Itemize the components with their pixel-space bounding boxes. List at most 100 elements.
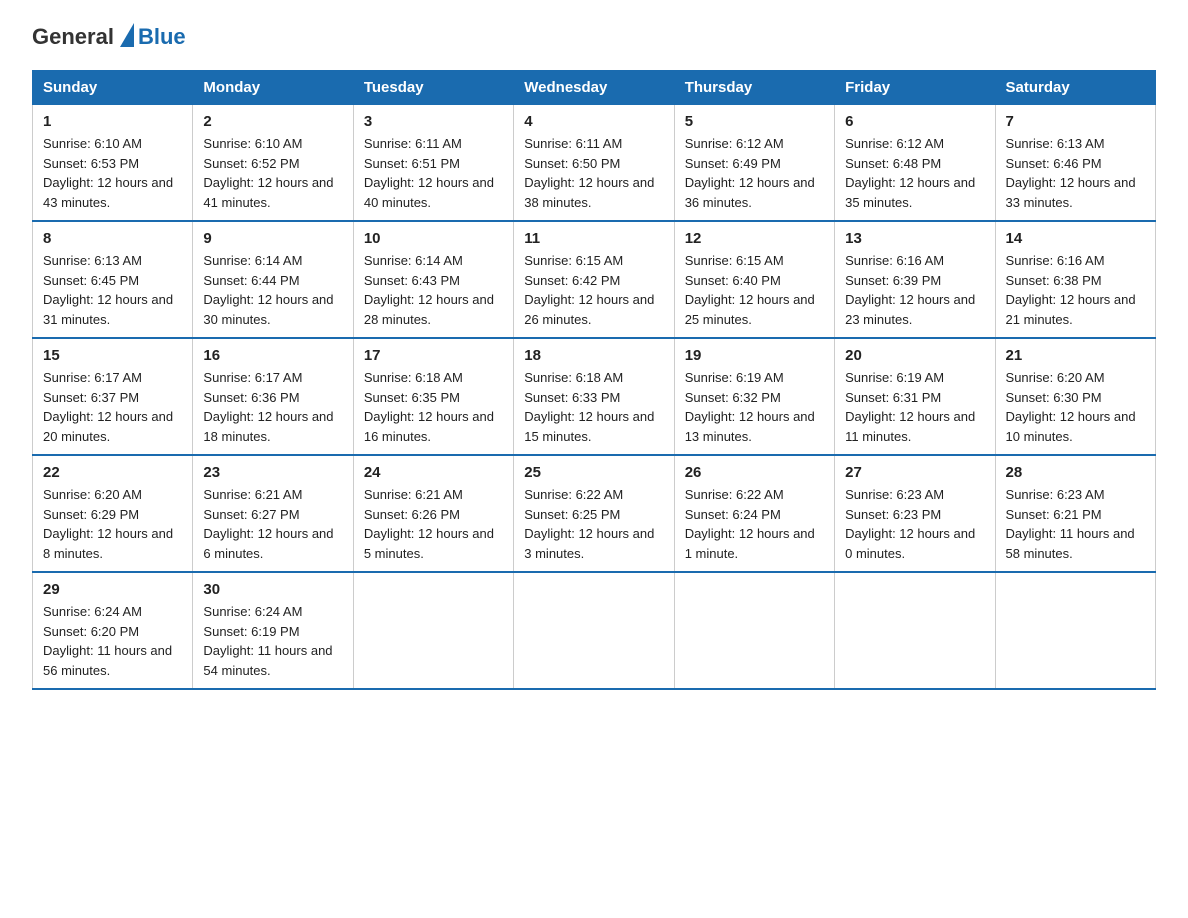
calendar-cell: 21 Sunrise: 6:20 AMSunset: 6:30 PMDaylig…: [995, 338, 1155, 455]
header-thursday: Thursday: [674, 71, 834, 105]
calendar-cell: 9 Sunrise: 6:14 AMSunset: 6:44 PMDayligh…: [193, 221, 353, 338]
day-info: Sunrise: 6:12 AMSunset: 6:49 PMDaylight:…: [685, 136, 815, 210]
calendar-cell: 4 Sunrise: 6:11 AMSunset: 6:50 PMDayligh…: [514, 105, 674, 222]
header-friday: Friday: [835, 71, 995, 105]
day-number: 18: [524, 347, 663, 364]
calendar-cell: 7 Sunrise: 6:13 AMSunset: 6:46 PMDayligh…: [995, 105, 1155, 222]
day-info: Sunrise: 6:21 AMSunset: 6:26 PMDaylight:…: [364, 487, 494, 561]
calendar-cell: 22 Sunrise: 6:20 AMSunset: 6:29 PMDaylig…: [33, 455, 193, 572]
calendar-cell: 27 Sunrise: 6:23 AMSunset: 6:23 PMDaylig…: [835, 455, 995, 572]
day-number: 8: [43, 230, 182, 247]
calendar-table: SundayMondayTuesdayWednesdayThursdayFrid…: [32, 70, 1156, 690]
day-info: Sunrise: 6:24 AMSunset: 6:19 PMDaylight:…: [203, 604, 332, 678]
day-number: 9: [203, 230, 342, 247]
day-info: Sunrise: 6:15 AMSunset: 6:40 PMDaylight:…: [685, 253, 815, 327]
calendar-cell: 26 Sunrise: 6:22 AMSunset: 6:24 PMDaylig…: [674, 455, 834, 572]
header-wednesday: Wednesday: [514, 71, 674, 105]
day-info: Sunrise: 6:21 AMSunset: 6:27 PMDaylight:…: [203, 487, 333, 561]
calendar-cell: 12 Sunrise: 6:15 AMSunset: 6:40 PMDaylig…: [674, 221, 834, 338]
day-info: Sunrise: 6:23 AMSunset: 6:21 PMDaylight:…: [1006, 487, 1135, 561]
calendar-cell: 28 Sunrise: 6:23 AMSunset: 6:21 PMDaylig…: [995, 455, 1155, 572]
logo: General Blue: [32, 24, 186, 50]
day-number: 24: [364, 464, 503, 481]
day-number: 16: [203, 347, 342, 364]
week-row-3: 15 Sunrise: 6:17 AMSunset: 6:37 PMDaylig…: [33, 338, 1156, 455]
day-number: 14: [1006, 230, 1145, 247]
week-row-1: 1 Sunrise: 6:10 AMSunset: 6:53 PMDayligh…: [33, 105, 1156, 222]
day-number: 4: [524, 113, 663, 130]
day-info: Sunrise: 6:10 AMSunset: 6:52 PMDaylight:…: [203, 136, 333, 210]
calendar-cell: [995, 572, 1155, 689]
day-number: 29: [43, 581, 182, 598]
day-info: Sunrise: 6:10 AMSunset: 6:53 PMDaylight:…: [43, 136, 173, 210]
day-number: 20: [845, 347, 984, 364]
day-number: 28: [1006, 464, 1145, 481]
logo-triangle-icon: [120, 23, 134, 47]
day-number: 6: [845, 113, 984, 130]
calendar-header-row: SundayMondayTuesdayWednesdayThursdayFrid…: [33, 71, 1156, 105]
day-info: Sunrise: 6:19 AMSunset: 6:31 PMDaylight:…: [845, 370, 975, 444]
day-number: 1: [43, 113, 182, 130]
week-row-5: 29 Sunrise: 6:24 AMSunset: 6:20 PMDaylig…: [33, 572, 1156, 689]
day-number: 12: [685, 230, 824, 247]
day-number: 25: [524, 464, 663, 481]
day-info: Sunrise: 6:14 AMSunset: 6:44 PMDaylight:…: [203, 253, 333, 327]
calendar-cell: [835, 572, 995, 689]
calendar-cell: 14 Sunrise: 6:16 AMSunset: 6:38 PMDaylig…: [995, 221, 1155, 338]
day-number: 17: [364, 347, 503, 364]
calendar-cell: 24 Sunrise: 6:21 AMSunset: 6:26 PMDaylig…: [353, 455, 513, 572]
day-number: 7: [1006, 113, 1145, 130]
logo-blue: Blue: [138, 24, 186, 50]
day-number: 5: [685, 113, 824, 130]
day-info: Sunrise: 6:13 AMSunset: 6:45 PMDaylight:…: [43, 253, 173, 327]
calendar-cell: 11 Sunrise: 6:15 AMSunset: 6:42 PMDaylig…: [514, 221, 674, 338]
day-number: 26: [685, 464, 824, 481]
week-row-4: 22 Sunrise: 6:20 AMSunset: 6:29 PMDaylig…: [33, 455, 1156, 572]
day-info: Sunrise: 6:11 AMSunset: 6:51 PMDaylight:…: [364, 136, 494, 210]
calendar-cell: 10 Sunrise: 6:14 AMSunset: 6:43 PMDaylig…: [353, 221, 513, 338]
header-tuesday: Tuesday: [353, 71, 513, 105]
day-info: Sunrise: 6:18 AMSunset: 6:35 PMDaylight:…: [364, 370, 494, 444]
header-saturday: Saturday: [995, 71, 1155, 105]
day-info: Sunrise: 6:17 AMSunset: 6:36 PMDaylight:…: [203, 370, 333, 444]
day-number: 21: [1006, 347, 1145, 364]
day-info: Sunrise: 6:12 AMSunset: 6:48 PMDaylight:…: [845, 136, 975, 210]
calendar-cell: 5 Sunrise: 6:12 AMSunset: 6:49 PMDayligh…: [674, 105, 834, 222]
day-info: Sunrise: 6:20 AMSunset: 6:29 PMDaylight:…: [43, 487, 173, 561]
calendar-cell: 2 Sunrise: 6:10 AMSunset: 6:52 PMDayligh…: [193, 105, 353, 222]
calendar-cell: [353, 572, 513, 689]
week-row-2: 8 Sunrise: 6:13 AMSunset: 6:45 PMDayligh…: [33, 221, 1156, 338]
day-info: Sunrise: 6:13 AMSunset: 6:46 PMDaylight:…: [1006, 136, 1136, 210]
day-number: 10: [364, 230, 503, 247]
header-monday: Monday: [193, 71, 353, 105]
day-number: 13: [845, 230, 984, 247]
calendar-cell: 6 Sunrise: 6:12 AMSunset: 6:48 PMDayligh…: [835, 105, 995, 222]
calendar-cell: 29 Sunrise: 6:24 AMSunset: 6:20 PMDaylig…: [33, 572, 193, 689]
calendar-cell: 13 Sunrise: 6:16 AMSunset: 6:39 PMDaylig…: [835, 221, 995, 338]
calendar-cell: 16 Sunrise: 6:17 AMSunset: 6:36 PMDaylig…: [193, 338, 353, 455]
day-info: Sunrise: 6:20 AMSunset: 6:30 PMDaylight:…: [1006, 370, 1136, 444]
day-info: Sunrise: 6:23 AMSunset: 6:23 PMDaylight:…: [845, 487, 975, 561]
day-number: 15: [43, 347, 182, 364]
day-number: 30: [203, 581, 342, 598]
calendar-cell: [674, 572, 834, 689]
calendar-cell: 18 Sunrise: 6:18 AMSunset: 6:33 PMDaylig…: [514, 338, 674, 455]
day-number: 27: [845, 464, 984, 481]
calendar-cell: 1 Sunrise: 6:10 AMSunset: 6:53 PMDayligh…: [33, 105, 193, 222]
day-info: Sunrise: 6:18 AMSunset: 6:33 PMDaylight:…: [524, 370, 654, 444]
day-info: Sunrise: 6:11 AMSunset: 6:50 PMDaylight:…: [524, 136, 654, 210]
logo-general: General: [32, 24, 114, 50]
calendar-cell: 19 Sunrise: 6:19 AMSunset: 6:32 PMDaylig…: [674, 338, 834, 455]
day-number: 2: [203, 113, 342, 130]
calendar-cell: 30 Sunrise: 6:24 AMSunset: 6:19 PMDaylig…: [193, 572, 353, 689]
day-info: Sunrise: 6:24 AMSunset: 6:20 PMDaylight:…: [43, 604, 172, 678]
calendar-cell: 8 Sunrise: 6:13 AMSunset: 6:45 PMDayligh…: [33, 221, 193, 338]
day-info: Sunrise: 6:16 AMSunset: 6:38 PMDaylight:…: [1006, 253, 1136, 327]
day-info: Sunrise: 6:15 AMSunset: 6:42 PMDaylight:…: [524, 253, 654, 327]
day-number: 11: [524, 230, 663, 247]
day-number: 3: [364, 113, 503, 130]
calendar-cell: 20 Sunrise: 6:19 AMSunset: 6:31 PMDaylig…: [835, 338, 995, 455]
calendar-cell: 17 Sunrise: 6:18 AMSunset: 6:35 PMDaylig…: [353, 338, 513, 455]
day-number: 19: [685, 347, 824, 364]
calendar-cell: 15 Sunrise: 6:17 AMSunset: 6:37 PMDaylig…: [33, 338, 193, 455]
